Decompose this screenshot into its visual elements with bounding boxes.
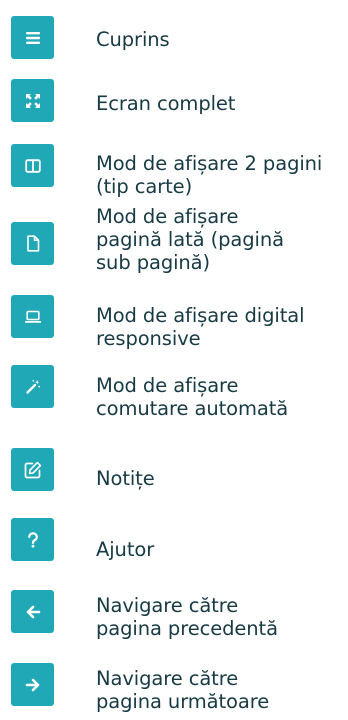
auto-switch-view-button[interactable] [11, 365, 54, 408]
legend-label-previous: Navigare către pagina precedentă [96, 594, 278, 640]
responsive-view-button[interactable] [11, 295, 54, 338]
legend-label-wide-page: Mod de afișare pagină lată (pagină sub p… [96, 205, 284, 274]
fullscreen-button[interactable] [11, 79, 54, 122]
legend-label-next: Navigare către pagina următoare [96, 667, 270, 713]
fullscreen-icon [25, 93, 40, 108]
laptop-icon [24, 310, 41, 323]
legend-label-fullscreen: Ecran complet [96, 92, 236, 115]
legend-label-help: Ajutor [96, 538, 155, 561]
previous-page-button[interactable] [11, 590, 54, 633]
page-icon [26, 235, 39, 252]
wide-page-view-button[interactable] [11, 222, 54, 265]
notes-button[interactable] [11, 448, 54, 491]
legend-label-auto-switch: Mod de afișare comutare automată [96, 374, 289, 420]
arrow-right-icon [25, 678, 39, 691]
legend-label-contents: Cuprins [96, 28, 170, 51]
legend-label-two-page: Mod de afișare 2 pagini (tip carte) [96, 152, 323, 198]
next-page-button[interactable] [11, 663, 54, 706]
legend-label-responsive: Mod de afișare digital responsive [96, 304, 305, 350]
magic-wand-icon [25, 379, 40, 394]
arrow-left-icon [26, 605, 40, 618]
help-button[interactable] [11, 518, 54, 561]
legend-label-notes: Notițe [96, 467, 155, 490]
toolbar-legend: Cuprins Ecran complet Mod de afișare 2 p… [0, 0, 348, 720]
contents-button[interactable] [11, 16, 54, 59]
two-page-view-button[interactable] [11, 144, 54, 187]
list-icon [25, 31, 40, 44]
question-icon [27, 531, 38, 548]
two-page-view-icon [24, 158, 41, 173]
edit-note-icon [24, 461, 41, 478]
